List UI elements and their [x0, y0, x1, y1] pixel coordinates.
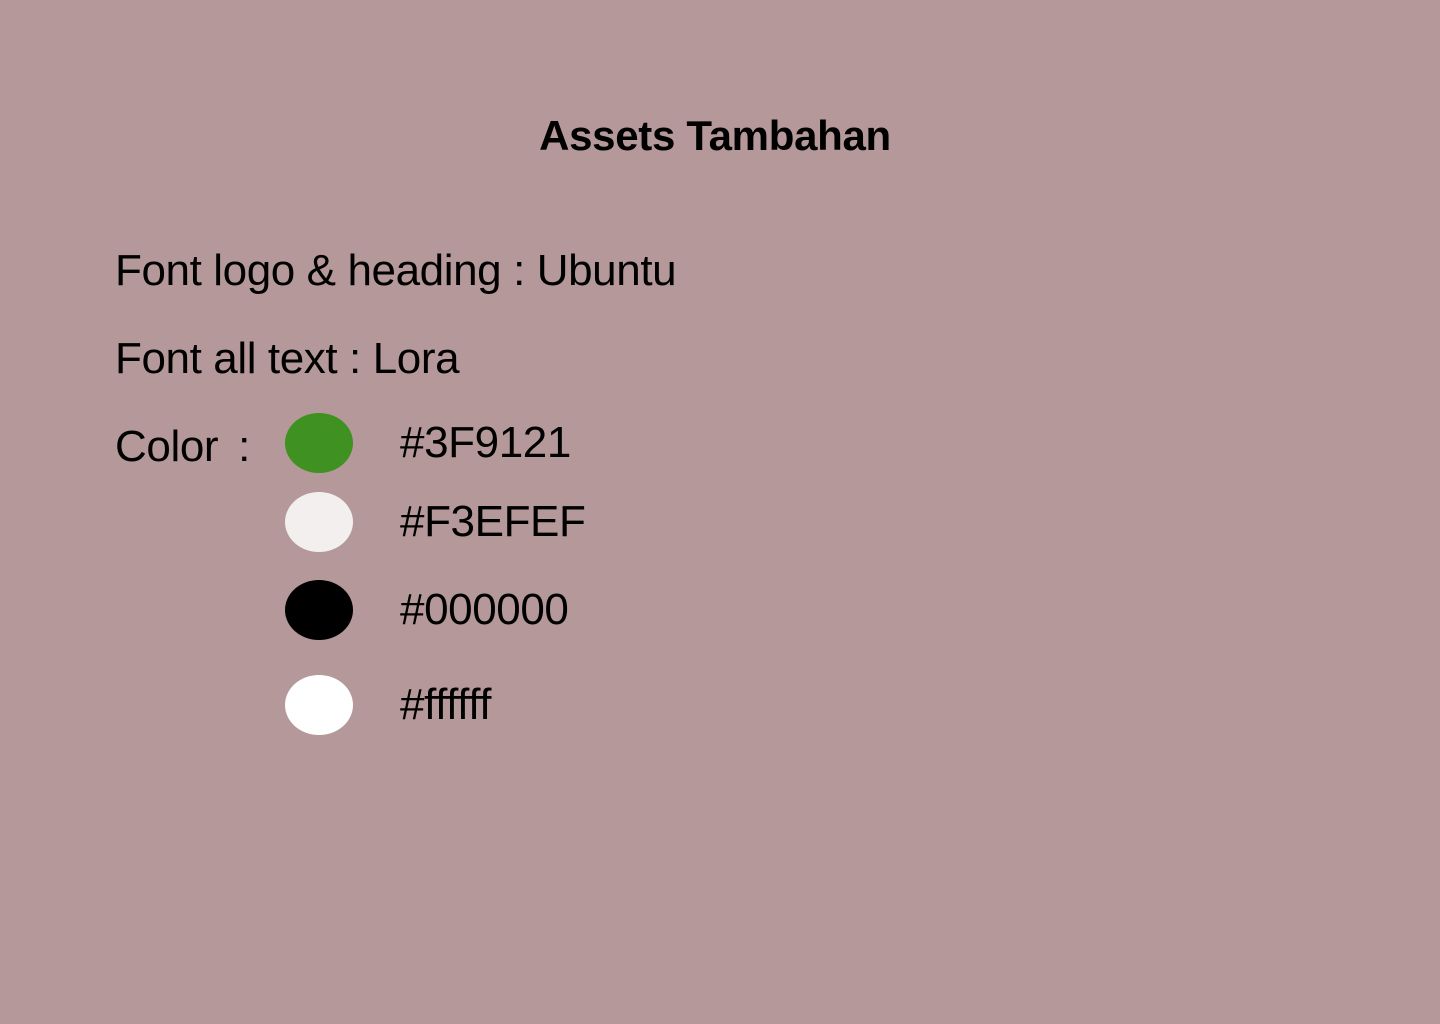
color-label-colon: :	[238, 422, 250, 471]
color-hex-green: #3F9121	[400, 418, 571, 467]
color-row-offwhite: #F3EFEF	[285, 492, 705, 552]
color-hex-offwhite: #F3EFEF	[400, 497, 586, 546]
page-title: Assets Tambahan	[539, 112, 891, 159]
assets-page: Assets Tambahan Font logo & heading : Ub…	[0, 0, 1440, 1024]
color-row-black: #000000	[285, 580, 705, 640]
font-text-info: Font all text : Lora	[115, 334, 460, 383]
color-label-text: Color	[115, 422, 219, 471]
color-swatch-white	[285, 675, 353, 735]
color-swatch-offwhite	[285, 492, 353, 552]
color-label: Color:	[115, 420, 250, 474]
color-row-green: #3F9121	[285, 413, 705, 473]
color-hex-black: #000000	[400, 585, 569, 634]
font-heading-info: Font logo & heading : Ubuntu	[115, 246, 677, 295]
color-row-white: #ffffff	[285, 675, 705, 735]
color-hex-white: #ffffff	[400, 680, 492, 729]
color-swatch-green	[285, 413, 353, 473]
color-swatch-black	[285, 580, 353, 640]
